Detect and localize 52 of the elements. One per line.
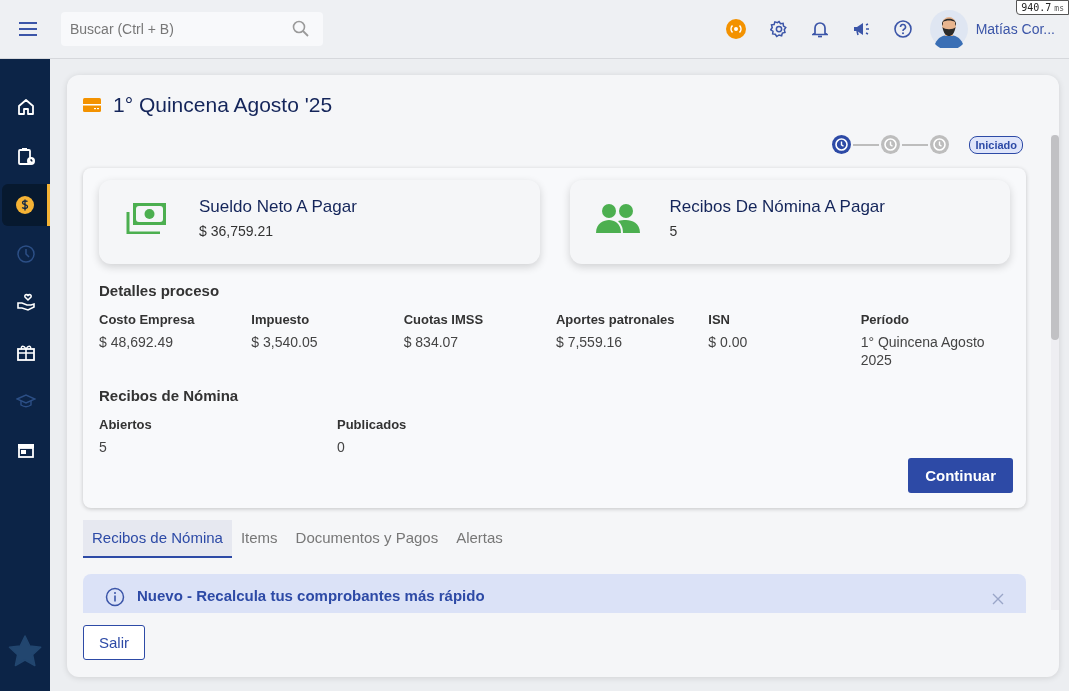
field-value: $ 3,540.05 [251,332,319,351]
field-label: Publicados [337,416,408,432]
sidebar-item[interactable] [2,184,50,226]
page-title: 1° Quincena Agosto '25 [113,93,333,117]
bell-icon[interactable] [811,20,828,38]
megaphone-icon[interactable] [851,21,870,37]
field-label: Cuotas IMSS [403,311,485,327]
section-title: Detalles proceso [99,281,221,299]
tab[interactable]: Documentos y Pagos [286,519,448,558]
field-value: 1° Quincena Agosto 2025 [860,332,986,369]
field-label: Aportes patronales [556,311,676,327]
search-icon [292,20,309,37]
timing-unit: ms [1054,4,1064,13]
field-label: Período [860,311,911,327]
settings-icon[interactable] [769,20,788,38]
search-field[interactable]: Buscar (Ctrl + B) [61,12,323,46]
status-badge: Iniciado [969,135,1023,154]
field-label: Abiertos [99,416,153,432]
stat-value: 5 [669,222,679,239]
step-connector [853,143,880,146]
field-label: ISN [708,311,731,327]
exit-button[interactable]: Salir [83,625,145,660]
field-value: $ 48,692.49 [99,332,174,351]
field-value: $ 7,559.16 [556,332,624,351]
people-icon [595,202,640,233]
star-icon[interactable] [8,635,42,667]
scrollbar[interactable] [1051,135,1059,610]
help-icon[interactable] [893,20,912,38]
stat-value: $ 36,759.21 [199,222,274,239]
card-icon [83,98,101,112]
money-icon [126,201,168,234]
field-label: Impuesto [251,311,311,327]
user-name[interactable]: Matías Cor... [975,21,1055,37]
field-label: Costo Empresa [99,311,196,327]
section-title: Recibos de Nómina [99,386,240,404]
banner-title: Nuevo - Recalcula tus comprobantes más rápido [137,586,486,604]
stat-title: Sueldo Neto A Pagar [199,196,357,217]
tab[interactable]: Items [231,519,287,558]
menu-icon[interactable] [19,22,37,36]
tab[interactable]: Recibos de Nómina [83,519,232,558]
step-connector [902,143,929,146]
field-value: 5 [99,437,108,456]
continue-button[interactable]: Continuar [908,457,1013,493]
field-value: 0 [337,437,346,456]
tab[interactable]: Alertas [447,519,512,558]
field-value: $ 0.00 [708,332,749,351]
field-value: $ 834.07 [403,332,460,351]
scrollbar-thumb[interactable] [1051,135,1059,340]
avatar-icon[interactable] [929,10,968,48]
info-icon [105,586,125,607]
timing-value: 940.7 [1021,2,1052,13]
stat-title: Recibos De Nómina A Pagar [669,196,885,217]
